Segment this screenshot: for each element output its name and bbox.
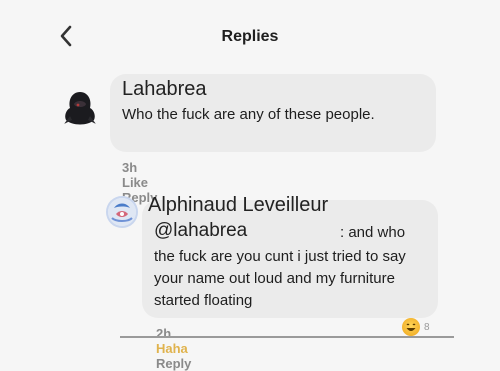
comment-author[interactable]: Lahabrea bbox=[122, 78, 207, 101]
reply-mention-line: @lahabrea : and who bbox=[154, 220, 434, 244]
mention-link[interactable]: @lahabrea bbox=[154, 220, 247, 242]
reply-text: the fuck are you cunt i just tried to sa… bbox=[154, 246, 418, 312]
reply-button[interactable]: Reply bbox=[156, 356, 191, 371]
reply-actions: 2h Haha Reply bbox=[156, 326, 209, 371]
reaction-count: 8 bbox=[424, 322, 430, 333]
comment-text: Who the fuck are any of these people. bbox=[122, 104, 422, 126]
avatar[interactable] bbox=[58, 86, 102, 130]
hooded-figure-icon bbox=[64, 92, 96, 125]
page-title: Replies bbox=[221, 28, 279, 45]
reply-body: the fuck are you cunt i just tried to sa… bbox=[154, 248, 406, 309]
reply-text-continuation: : and who bbox=[340, 224, 406, 241]
avatar[interactable] bbox=[106, 196, 138, 228]
comment-body: Who the fuck are any of these people. bbox=[122, 106, 375, 123]
haha-reaction-button[interactable]: Haha bbox=[156, 341, 188, 356]
laugh-emoji-icon[interactable] bbox=[402, 318, 420, 336]
crystal-orb-icon bbox=[108, 198, 136, 226]
like-button[interactable]: Like bbox=[122, 175, 148, 190]
divider bbox=[120, 336, 454, 338]
comment-time: 3h bbox=[122, 160, 138, 175]
header: Replies bbox=[0, 0, 500, 70]
reply-author[interactable]: Alphinaud Leveilleur bbox=[148, 194, 328, 217]
